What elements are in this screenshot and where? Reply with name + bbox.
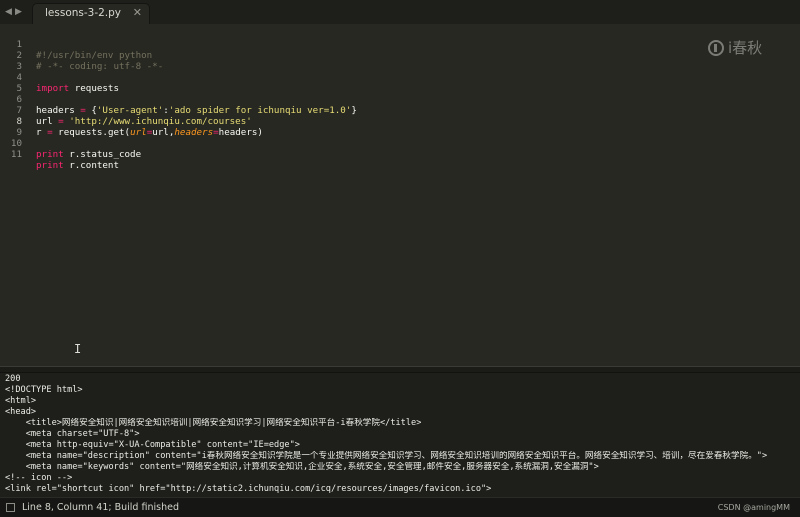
tab-label: lessons-3-2.py <box>45 7 122 19</box>
code-line: 6 headers = {'User-agent':'ado spider fo… <box>0 83 800 116</box>
code-editor[interactable]: 1 #!/usr/bin/env python 2 # -*- coding: … <box>0 24 800 366</box>
output-line: <head> <box>5 407 37 417</box>
watermark-text: i春秋 <box>728 39 763 57</box>
panel-toggle-icon[interactable] <box>6 503 15 512</box>
line-content: print r.status_code <box>36 149 141 160</box>
code-token: r.status_code <box>63 149 142 160</box>
line-number: 11 <box>10 149 22 160</box>
ichunqiu-logo-icon <box>708 39 724 56</box>
keyword-token: print <box>36 149 64 160</box>
build-output-panel[interactable]: 200 <!DOCTYPE html> <html> <head> <title… <box>0 373 800 497</box>
code-line: 4 import requests <box>0 61 800 94</box>
code-line: 2 # -*- coding: utf-8 -*- <box>0 39 800 72</box>
output-line: <meta name="description" content="i春秋网络安… <box>5 451 768 461</box>
code-line: 10 print r.status_code <box>0 127 800 160</box>
tab-lessons-3-2[interactable]: lessons-3-2.py ✕ <box>32 3 150 24</box>
status-bar: Line 8, Column 41; Build finished CSDN @… <box>0 497 800 517</box>
output-line: 200 <box>5 374 21 384</box>
panel-divider[interactable] <box>0 366 800 373</box>
close-icon[interactable]: ✕ <box>133 6 142 19</box>
code-token: r.content <box>63 160 119 171</box>
output-line: <meta name="keywords" content="网络安全知识,计算… <box>5 462 599 472</box>
code-line: 5 <box>0 72 800 94</box>
keyword-token: print <box>36 160 64 171</box>
code-line: 8 r = requests.get(url=url,headers=heade… <box>0 105 800 138</box>
forward-arrow-icon[interactable]: ▶ <box>14 4 23 20</box>
tab-bar: ◀ ▶ lessons-3-2.py ✕ <box>0 0 800 25</box>
watermark-credit: CSDN @amingMM <box>717 503 790 512</box>
line-content: print r.content <box>36 160 119 171</box>
code-line: 11 print r.content <box>0 138 800 171</box>
watermark: i春秋 <box>708 37 762 58</box>
code-line: 7 url = 'http://www.ichunqiu.com/courses… <box>0 94 800 127</box>
output-line: <title>网络安全知识|网络安全知识培训|网络安全知识学习|网络安全知识平台… <box>5 418 422 428</box>
output-line: <!DOCTYPE html> <box>5 385 83 395</box>
code-line: 1 #!/usr/bin/env python <box>0 28 800 61</box>
back-arrow-icon[interactable]: ◀ <box>4 4 13 20</box>
code-line: 9 <box>0 116 800 138</box>
output-line: <html> <box>5 396 37 406</box>
text-cursor-icon: I <box>74 342 82 356</box>
output-line: <meta http-equiv="X-UA-Compatible" conte… <box>5 440 300 450</box>
output-line: <meta charset="UTF-8"> <box>5 429 140 439</box>
status-text: Line 8, Column 41; Build finished <box>22 502 179 513</box>
editor-window: ◀ ▶ lessons-3-2.py ✕ 1 #!/usr/bin/env py… <box>0 0 800 517</box>
code-line: 3 <box>0 50 800 72</box>
output-line: <!-- icon --> <box>5 473 73 483</box>
output-line: <link rel="shortcut icon" href="http://s… <box>5 484 492 494</box>
tab-navigation: ◀ ▶ <box>4 4 23 20</box>
